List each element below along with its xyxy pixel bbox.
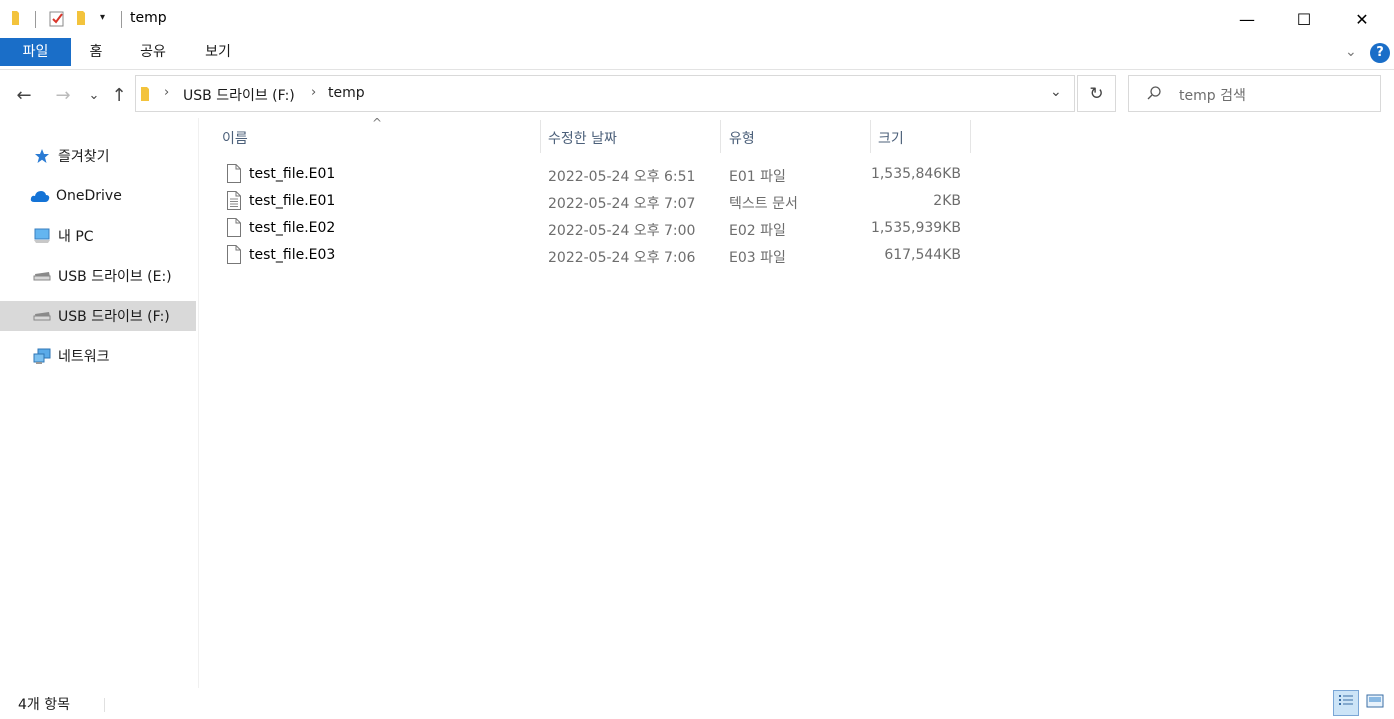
file-name[interactable]: test_file.E02 [249,220,335,236]
column-separator[interactable] [540,120,541,153]
column-header-type[interactable]: 유형 [729,128,755,148]
large-icons-view-icon [1366,694,1384,712]
file-row[interactable]: test_file.E02 2022-05-24 오후 7:00 E02 파일 … [0,216,1394,243]
column-separator[interactable] [720,120,721,153]
file-size: 617,544KB [884,247,961,263]
file-type: E01 파일 [729,169,786,185]
file-name[interactable]: test_file.E01 [249,166,335,182]
file-date: 2022-05-24 오후 7:07 [548,196,696,212]
file-row[interactable]: test_file.E03 2022-05-24 오후 7:06 E03 파일 … [0,243,1394,270]
column-header-name[interactable]: 이름 [222,128,248,148]
file-icon [226,164,242,187]
forward-button[interactable]: → [51,82,75,108]
expand-ribbon-icon[interactable]: ⌄ [1345,44,1357,60]
chevron-right-icon[interactable]: › [164,85,169,100]
file-size: 1,535,939KB [870,220,961,236]
sidebar-item-label: USB 드라이브 (F:) [58,309,170,325]
item-count: 4개 항목 [18,697,70,713]
file-row[interactable]: test_file.E01 2022-05-24 오후 6:51 E01 파일 … [0,162,1394,189]
network-icon [30,348,54,365]
search-icon [1146,85,1162,105]
column-separator[interactable] [970,120,971,153]
up-button[interactable]: ↑ [107,82,131,108]
search-box[interactable] [1128,75,1381,112]
tab-share[interactable]: 공유 [131,38,175,66]
file-size: 1,535,846KB [870,166,961,182]
file-name[interactable]: test_file.E01 [249,193,335,209]
sort-ascending-icon: ^ [372,116,383,130]
tab-view[interactable]: 보기 [196,38,240,66]
file-date: 2022-05-24 오후 7:06 [548,250,696,266]
tab-file[interactable]: 파일 [0,38,71,66]
file-date: 2022-05-24 오후 7:00 [548,223,696,239]
close-button[interactable]: ✕ [1333,0,1391,38]
text-file-icon [226,191,242,214]
file-icon [226,218,242,241]
column-header-size[interactable]: 크기 [878,128,904,148]
sidebar-item-usb-f[interactable]: USB 드라이브 (F:) [0,301,196,331]
file-row[interactable]: test_file.E01 2022-05-24 오후 7:07 텍스트 문서 … [0,189,1394,216]
refresh-button[interactable]: ↻ [1077,75,1116,112]
drive-icon [30,271,54,281]
file-icon [226,245,242,268]
properties-icon[interactable] [49,10,65,31]
file-type: 텍스트 문서 [729,196,798,212]
back-button[interactable]: ← [12,82,36,108]
breadcrumb-folder[interactable]: temp [328,85,365,101]
folder-icon [140,86,154,106]
file-size: 2KB [933,193,961,209]
minimize-button[interactable]: — [1218,0,1276,38]
tab-home[interactable]: 홈 [78,38,114,66]
search-input[interactable]: temp 검색 [1179,85,1246,105]
column-header-date[interactable]: 수정한 날짜 [548,128,617,148]
sidebar-item-network[interactable]: 네트워크 [0,341,196,371]
file-name[interactable]: test_file.E03 [249,247,335,263]
help-icon[interactable]: ? [1370,43,1390,63]
file-date: 2022-05-24 오후 6:51 [548,169,696,185]
details-view-icon [1338,694,1354,712]
chevron-right-icon[interactable]: › [311,85,316,100]
breadcrumb-drive[interactable]: USB 드라이브 (F:) [183,85,295,105]
details-view-button[interactable] [1333,690,1359,716]
status-separator [104,698,105,712]
separator [35,11,36,28]
title-bar [0,0,1394,38]
new-folder-icon[interactable] [76,10,90,30]
address-dropdown-icon[interactable]: ⌄ [1050,84,1062,100]
maximize-button[interactable]: ☐ [1275,0,1333,38]
recent-locations-button[interactable]: ⌄ [82,82,106,108]
file-type: E02 파일 [729,223,786,239]
window-title: temp [130,10,167,26]
folder-icon[interactable] [11,10,25,30]
customize-toolbar-icon[interactable]: ▾ [100,12,105,23]
drive-icon [30,311,54,321]
large-icons-view-button[interactable] [1362,690,1388,716]
separator [121,11,122,28]
column-separator[interactable] [870,120,871,153]
file-type: E03 파일 [729,250,786,266]
sidebar-item-label: 네트워크 [58,349,110,365]
